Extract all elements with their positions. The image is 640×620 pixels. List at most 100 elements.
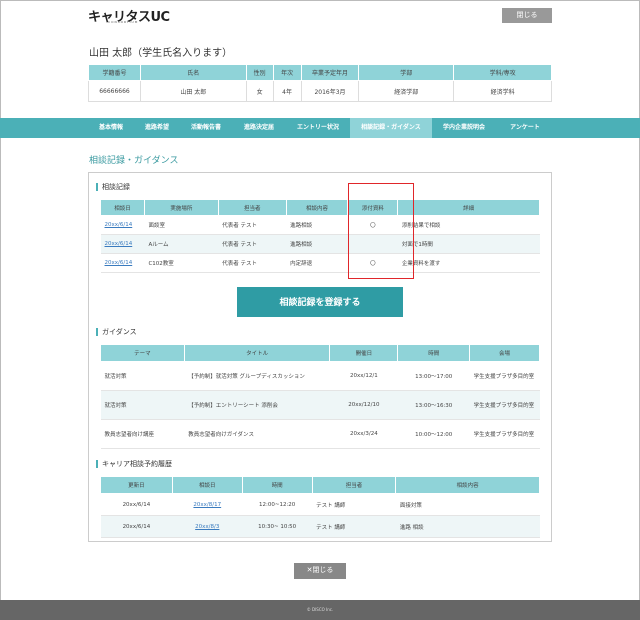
tab-survey[interactable]: アンケート xyxy=(496,118,554,138)
table-cell: テスト 講師 xyxy=(312,493,396,516)
table-cell: 13:00～16:30 xyxy=(397,390,470,420)
guidance-title-cell: 【予約制】エントリーシート 添削会 xyxy=(184,390,330,420)
student-header: 学科/専攻 xyxy=(453,64,552,81)
close-bottom-button[interactable]: ✕閉じる xyxy=(294,563,346,579)
highlight-box xyxy=(348,183,414,279)
table-row: 20xx/6/14 20xx/8/17 12:00~12:20 テスト 講師 面… xyxy=(100,493,540,516)
footer-copyright: © DISCO Inc. xyxy=(0,600,640,620)
tab-entry-status[interactable]: エントリー状況 xyxy=(286,118,350,138)
tab-bar: 基本情報 進路希望 活動報告書 進路決定届 エントリー状況 相談記録・ガイダンス… xyxy=(0,118,640,138)
logo: キャリタスUC CONSORTIUM xyxy=(88,6,170,25)
student-value: 女 xyxy=(245,80,274,102)
tab-activity-report[interactable]: 活動報告書 xyxy=(180,118,232,138)
table-cell: 進路相談 xyxy=(286,234,348,254)
career-header: 担当者 xyxy=(311,476,397,494)
student-value: 山田 太郎 xyxy=(139,80,247,102)
table-cell: 10:30~ 10:50 xyxy=(242,515,313,538)
table-row: 20xx/6/14 面談室 代表者 テスト 進路相談 〇 添削結果で相談 xyxy=(100,215,540,235)
table-cell: 代表者 テスト xyxy=(218,253,287,273)
table-cell: 20xx/3/24 xyxy=(329,419,398,449)
career-date-link[interactable]: 20xx/8/17 xyxy=(193,502,221,508)
page-title: 相談記録・ガイダンス xyxy=(89,156,179,166)
student-info-table: 学籍番号 氏名 性別 年次 卒業予定年月 学部 学科/専攻 66666666 山… xyxy=(88,64,552,102)
guidance-header: 時間 xyxy=(397,344,471,362)
register-consultation-button[interactable]: 相談記録を登録する xyxy=(237,287,403,317)
consult-header: 実施場所 xyxy=(143,199,219,216)
table-cell: 面接対策 xyxy=(395,493,540,516)
guidance-section-title: ガイダンス xyxy=(96,328,137,336)
table-cell: 20xx/12/1 xyxy=(329,361,398,391)
table-cell: Aルーム xyxy=(144,234,219,254)
tab-campus-seminar[interactable]: 学内企業説明会 xyxy=(432,118,496,138)
table-cell: 教員志望者向け講座 xyxy=(100,419,185,449)
career-date-link[interactable]: 20xx/8/3 xyxy=(195,524,219,530)
table-cell: 進路 相談 xyxy=(395,515,540,538)
student-header: 卒業予定年月 xyxy=(300,64,360,81)
table-cell: 対面で1時間 xyxy=(397,234,540,254)
guidance-title-cell: 【予約制】就活対策 グループディスカッション xyxy=(184,361,330,391)
guidance-title-cell: 教員志望者向けガイダンス xyxy=(184,419,330,449)
table-row: 20xx/6/14 20xx/8/3 10:30~ 10:50 テスト 講師 進… xyxy=(100,515,540,538)
student-name: 山田 太郎（学生氏名入ります） xyxy=(89,48,233,59)
student-value: 2016年3月 xyxy=(300,80,360,102)
career-header: 相談日 xyxy=(171,476,243,494)
consult-header: 担当者 xyxy=(217,199,287,216)
student-header: 氏名 xyxy=(139,64,247,81)
table-cell: 内定辞退 xyxy=(286,253,348,273)
student-header: 学部 xyxy=(358,64,455,81)
table-cell: 12:00~12:20 xyxy=(242,493,313,516)
table-cell: 学生支援プラザ多目的室 xyxy=(469,419,540,449)
table-cell: テスト 講師 xyxy=(312,515,396,538)
table-row: 就活対策 【予約制】エントリーシート 添削会 20xx/12/10 13:00～… xyxy=(100,390,540,420)
student-header: 年次 xyxy=(272,64,302,81)
student-header: 学籍番号 xyxy=(88,64,141,81)
student-header: 性別 xyxy=(245,64,274,81)
table-cell: 13:00～17:00 xyxy=(397,361,470,391)
table-row: 20xx/6/14 Aルーム 代表者 テスト 進路相談 対面で1時間 xyxy=(100,234,540,254)
table-cell: 学生支援プラザ多目的室 xyxy=(469,390,540,420)
table-cell: 20xx/12/10 xyxy=(329,390,398,420)
tab-consultation-guidance[interactable]: 相談記録・ガイダンス xyxy=(350,118,432,138)
career-header: 相談内容 xyxy=(395,476,540,494)
consult-date-link[interactable]: 20xx/6/14 xyxy=(105,241,133,247)
table-cell: C102教室 xyxy=(144,253,219,273)
table-cell: 就活対策 xyxy=(100,390,185,420)
guidance-header: テーマ xyxy=(100,344,185,362)
table-cell: 学生支援プラザ多目的室 xyxy=(469,361,540,391)
table-cell: 添削結果で相談 xyxy=(397,215,540,235)
table-cell: 就活対策 xyxy=(100,361,185,391)
tab-career-wish[interactable]: 進路希望 xyxy=(134,118,180,138)
career-table: 更新日 相談日 時間 担当者 相談内容 20xx/6/14 20xx/8/17 … xyxy=(100,476,540,538)
consult-header: 詳細 xyxy=(397,199,540,216)
table-row: 就活対策 【予約制】就活対策 グループディスカッション 20xx/12/1 13… xyxy=(100,361,540,391)
table-cell: 企業資料を渡す xyxy=(397,253,540,273)
table-cell: 代表者 テスト xyxy=(218,234,287,254)
table-row: 教員志望者向け講座 教員志望者向けガイダンス 20xx/3/24 10:00～1… xyxy=(100,419,540,449)
consult-header: 相談内容 xyxy=(285,199,349,216)
career-header: 更新日 xyxy=(100,476,173,494)
table-cell: 面談室 xyxy=(144,215,219,235)
guidance-table: テーマ タイトル 開催日 時間 会場 就活対策 【予約制】就活対策 グループディ… xyxy=(100,344,540,449)
consult-date-link[interactable]: 20xx/6/14 xyxy=(105,260,133,266)
tab-basic-info[interactable]: 基本情報 xyxy=(88,118,134,138)
table-cell: 代表者 テスト xyxy=(218,215,287,235)
student-value: 4年 xyxy=(272,80,302,102)
career-section-title: キャリア相談予約履歴 xyxy=(96,460,172,468)
consult-table: 相談日 実施場所 担当者 相談内容 添付資料 詳細 20xx/6/14 面談室 … xyxy=(100,199,540,273)
consult-date-link[interactable]: 20xx/6/14 xyxy=(105,222,133,228)
table-cell: 進路相談 xyxy=(286,215,348,235)
table-cell: 20xx/6/14 xyxy=(100,515,173,538)
student-value: 経済学部 xyxy=(358,80,455,102)
logo-subtext: CONSORTIUM xyxy=(108,20,139,24)
table-cell: 10:00～12:00 xyxy=(397,419,470,449)
guidance-header: 開催日 xyxy=(329,344,399,362)
consult-header: 相談日 xyxy=(100,199,145,216)
tab-career-decision[interactable]: 進路決定届 xyxy=(232,118,286,138)
table-cell: 20xx/6/14 xyxy=(100,493,173,516)
table-row: 20xx/6/14 C102教室 代表者 テスト 内定辞退 〇 企業資料を渡す xyxy=(100,253,540,273)
close-button[interactable]: 閉じる xyxy=(502,8,552,23)
career-header: 時間 xyxy=(241,476,313,494)
guidance-header: 会場 xyxy=(469,344,540,362)
student-value: 66666666 xyxy=(88,80,141,102)
student-value: 経済学科 xyxy=(453,80,552,102)
